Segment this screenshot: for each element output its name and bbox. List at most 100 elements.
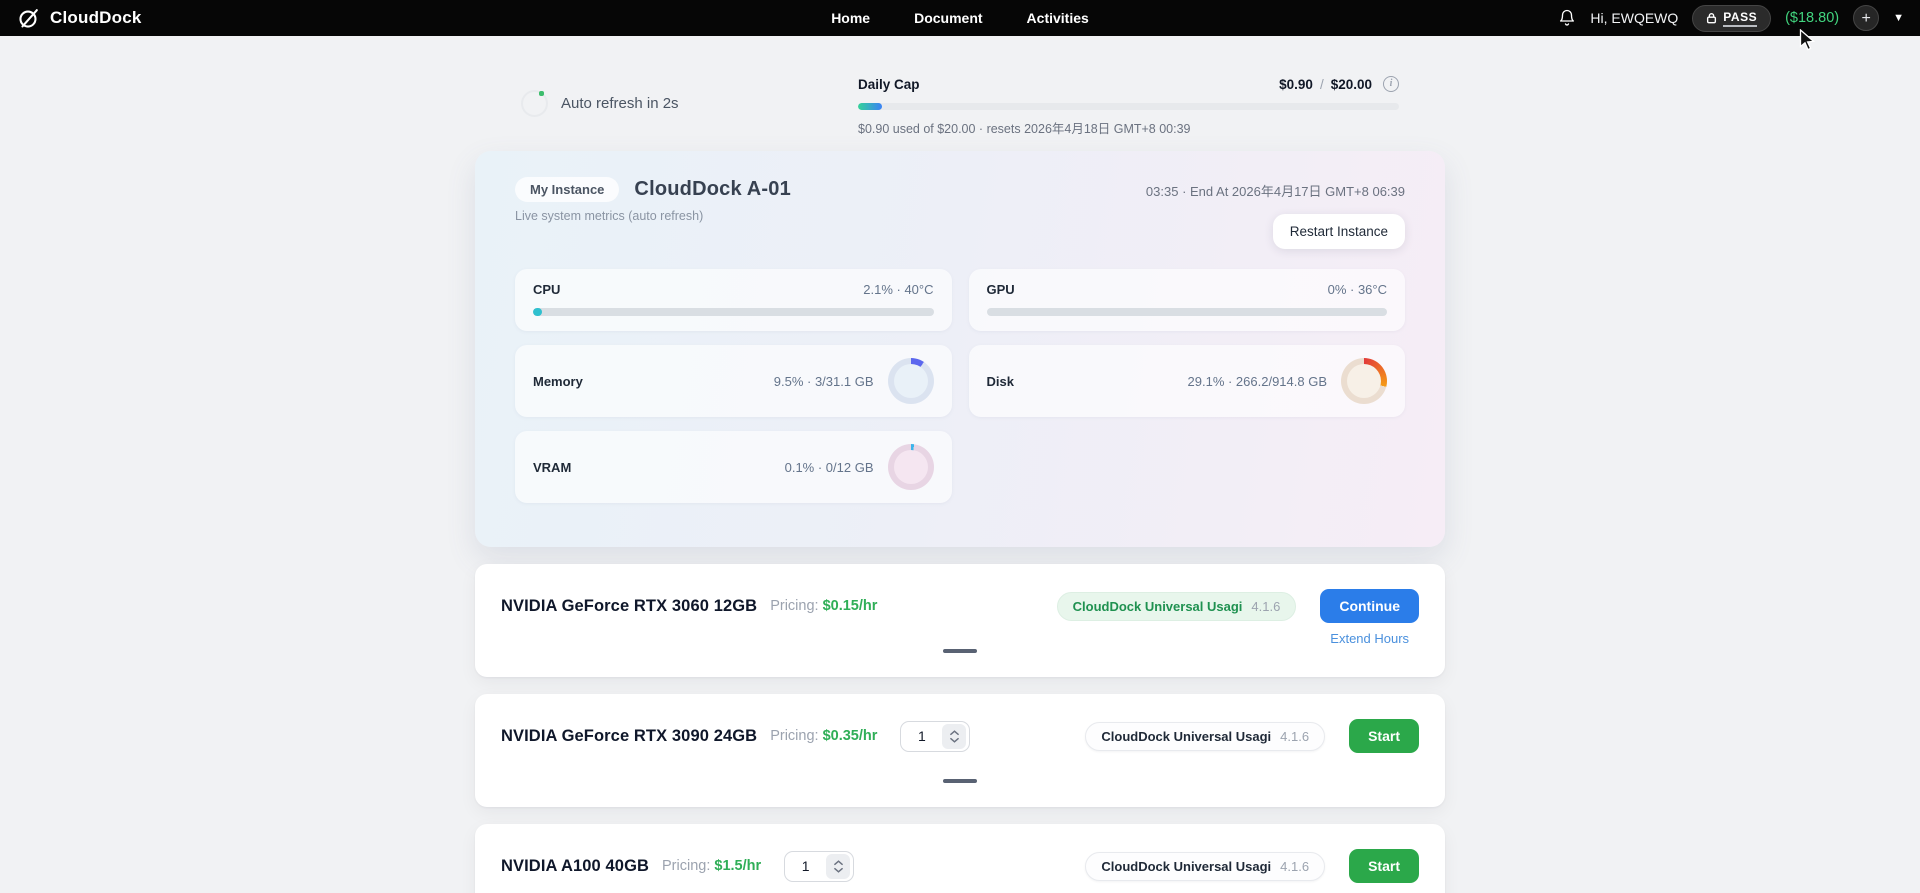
- gpu-price: $0.15/hr: [823, 598, 878, 614]
- notification-bell-icon[interactable]: [1558, 9, 1576, 27]
- gpu-actions: CloudDock Universal Usagi 4.1.6 Continue…: [1057, 589, 1419, 623]
- session-end-time: 03:35 · End At 2026年4月17日 GMT+8 06:39: [1146, 181, 1405, 200]
- daily-cap-progressbar: [858, 103, 1399, 110]
- quantity-value: 1: [901, 728, 942, 744]
- gpu-pricing: Pricing:$0.35/hr: [770, 728, 877, 744]
- image-name: CloudDock Universal Usagi: [1101, 729, 1271, 744]
- brand-name: CloudDock: [50, 8, 142, 28]
- nav-item-activities[interactable]: Activities: [1027, 10, 1089, 26]
- gpu-card-a100: NVIDIA A100 40GB Pricing:$1.5/hr 1 Cloud…: [475, 824, 1445, 893]
- gpu-name: NVIDIA A100 40GB: [501, 857, 649, 876]
- metric-card-gpu: GPU 0% · 36°C: [969, 269, 1406, 331]
- image-name: CloudDock Universal Usagi: [1101, 859, 1271, 874]
- gpu-actions: CloudDock Universal Usagi 4.1.6 Start: [1085, 719, 1419, 753]
- expand-handle[interactable]: [943, 649, 977, 653]
- vram-usage-ring: [888, 444, 934, 490]
- gpu-name: NVIDIA GeForce RTX 3090 24GB: [501, 727, 757, 746]
- image-version: 4.1.6: [1251, 599, 1280, 614]
- metric-label: Disk: [987, 374, 1014, 389]
- gpu-info: NVIDIA A100 40GB Pricing:$1.5/hr 1: [501, 851, 854, 882]
- pass-badge[interactable]: PASS: [1692, 5, 1771, 32]
- metric-label: Memory: [533, 374, 583, 389]
- gpu-info: NVIDIA GeForce RTX 3090 24GB Pricing:$0.…: [501, 721, 970, 752]
- pass-label: PASS: [1723, 10, 1757, 27]
- clouddock-logo-icon: [16, 6, 41, 31]
- cpu-usage-bar: [533, 308, 934, 316]
- daily-cap-widget: Daily Cap $0.90 / $20.00 i $0.90 used of…: [858, 76, 1399, 137]
- top-navbar: CloudDock Home Document Activities Hi, E…: [0, 0, 1920, 36]
- auto-refresh-label: Auto refresh in 2s: [561, 95, 679, 112]
- metric-value: 29.1% · 266.2/914.8 GB: [1188, 374, 1327, 389]
- metric-card-memory: Memory 9.5% · 3/31.1 GB: [515, 345, 952, 417]
- account-balance: ($18.80): [1785, 10, 1839, 26]
- gpu-card-rtx3090: NVIDIA GeForce RTX 3090 24GB Pricing:$0.…: [475, 694, 1445, 807]
- extend-hours-link[interactable]: Extend Hours: [1330, 631, 1409, 646]
- start-button[interactable]: Start: [1349, 719, 1419, 753]
- start-button[interactable]: Start: [1349, 849, 1419, 883]
- gpu-actions: CloudDock Universal Usagi 4.1.6 Start: [1085, 849, 1419, 883]
- metric-label: CPU: [533, 282, 560, 297]
- main-nav: Home Document Activities: [831, 10, 1089, 26]
- instance-name: CloudDock A-01: [634, 178, 791, 201]
- daily-cap-title: Daily Cap: [858, 77, 920, 92]
- metric-value: 0% · 36°C: [1328, 282, 1387, 297]
- image-badge: CloudDock Universal Usagi 4.1.6: [1085, 722, 1325, 751]
- continue-button[interactable]: Continue: [1320, 589, 1419, 623]
- lock-icon: [1706, 12, 1717, 24]
- auto-refresh-indicator: Auto refresh in 2s: [521, 90, 679, 117]
- info-icon[interactable]: i: [1383, 76, 1399, 92]
- instance-subtitle: Live system metrics (auto refresh): [515, 209, 791, 223]
- gpu-price: $1.5/hr: [714, 858, 761, 874]
- gpu-card-rtx3060: NVIDIA GeForce RTX 3060 12GB Pricing:$0.…: [475, 564, 1445, 677]
- my-instance-badge: My Instance: [515, 177, 619, 202]
- nav-item-home[interactable]: Home: [831, 10, 870, 26]
- metric-value: 9.5% · 3/31.1 GB: [774, 374, 874, 389]
- metric-label: GPU: [987, 282, 1015, 297]
- quantity-stepper[interactable]: 1: [900, 721, 970, 752]
- metric-card-vram: VRAM 0.1% · 0/12 GB: [515, 431, 952, 503]
- metric-value: 0.1% · 0/12 GB: [785, 460, 874, 475]
- gpu-name: NVIDIA GeForce RTX 3060 12GB: [501, 597, 757, 616]
- gpu-price: $0.35/hr: [823, 728, 878, 744]
- user-menu-caret-icon[interactable]: ▼: [1893, 12, 1904, 24]
- quantity-stepper[interactable]: 1: [784, 851, 854, 882]
- disk-usage-ring: [1341, 358, 1387, 404]
- metric-card-cpu: CPU 2.1% · 40°C: [515, 269, 952, 331]
- gpu-info: NVIDIA GeForce RTX 3060 12GB Pricing:$0.…: [501, 597, 877, 616]
- stepper-arrows-icon[interactable]: [942, 724, 966, 749]
- nav-item-document[interactable]: Document: [914, 10, 982, 26]
- brand[interactable]: CloudDock: [16, 6, 142, 31]
- gpu-usage-bar: [987, 308, 1388, 316]
- image-version: 4.1.6: [1280, 859, 1309, 874]
- daily-cap-values: $0.90 / $20.00 i: [1279, 76, 1399, 92]
- metric-label: VRAM: [533, 460, 571, 475]
- add-funds-button[interactable]: +: [1853, 5, 1879, 31]
- user-greeting: Hi, EWQEWQ: [1590, 10, 1678, 26]
- instance-panel: My Instance CloudDock A-01 Live system m…: [475, 151, 1445, 547]
- image-badge: CloudDock Universal Usagi 4.1.6: [1057, 592, 1297, 621]
- restart-instance-button[interactable]: Restart Instance: [1273, 214, 1405, 249]
- metric-card-disk: Disk 29.1% · 266.2/914.8 GB: [969, 345, 1406, 417]
- memory-usage-ring: [888, 358, 934, 404]
- metric-value: 2.1% · 40°C: [863, 282, 933, 297]
- daily-cap-progress-fill: [858, 103, 882, 110]
- gpu-pricing: Pricing:$1.5/hr: [662, 858, 761, 874]
- instance-head-left: My Instance CloudDock A-01 Live system m…: [515, 177, 791, 223]
- top-status-row: Auto refresh in 2s Daily Cap $0.90 / $20…: [475, 76, 1445, 137]
- instance-head-right: 03:35 · End At 2026年4月17日 GMT+8 06:39 Re…: [1146, 177, 1405, 249]
- image-name: CloudDock Universal Usagi: [1073, 599, 1243, 614]
- daily-cap-limit: $20.00: [1331, 77, 1372, 92]
- main-content: Auto refresh in 2s Daily Cap $0.90 / $20…: [475, 76, 1445, 893]
- image-version: 4.1.6: [1280, 729, 1309, 744]
- metrics-grid: CPU 2.1% · 40°C GPU 0% · 36°C Memory 9.5…: [515, 269, 1405, 503]
- stepper-arrows-icon[interactable]: [826, 854, 850, 879]
- gpu-pricing: Pricing:$0.15/hr: [770, 598, 877, 614]
- navbar-right: Hi, EWQEWQ PASS ($18.80) + ▼: [1558, 5, 1904, 32]
- daily-cap-caption: $0.90 used of $20.00 · resets 2026年4月18日…: [858, 118, 1399, 137]
- refresh-spinner-icon: [521, 90, 548, 117]
- image-badge: CloudDock Universal Usagi 4.1.6: [1085, 852, 1325, 881]
- daily-cap-used: $0.90: [1279, 77, 1313, 92]
- daily-cap-separator: /: [1320, 77, 1324, 92]
- expand-handle[interactable]: [943, 779, 977, 783]
- quantity-value: 1: [785, 858, 826, 874]
